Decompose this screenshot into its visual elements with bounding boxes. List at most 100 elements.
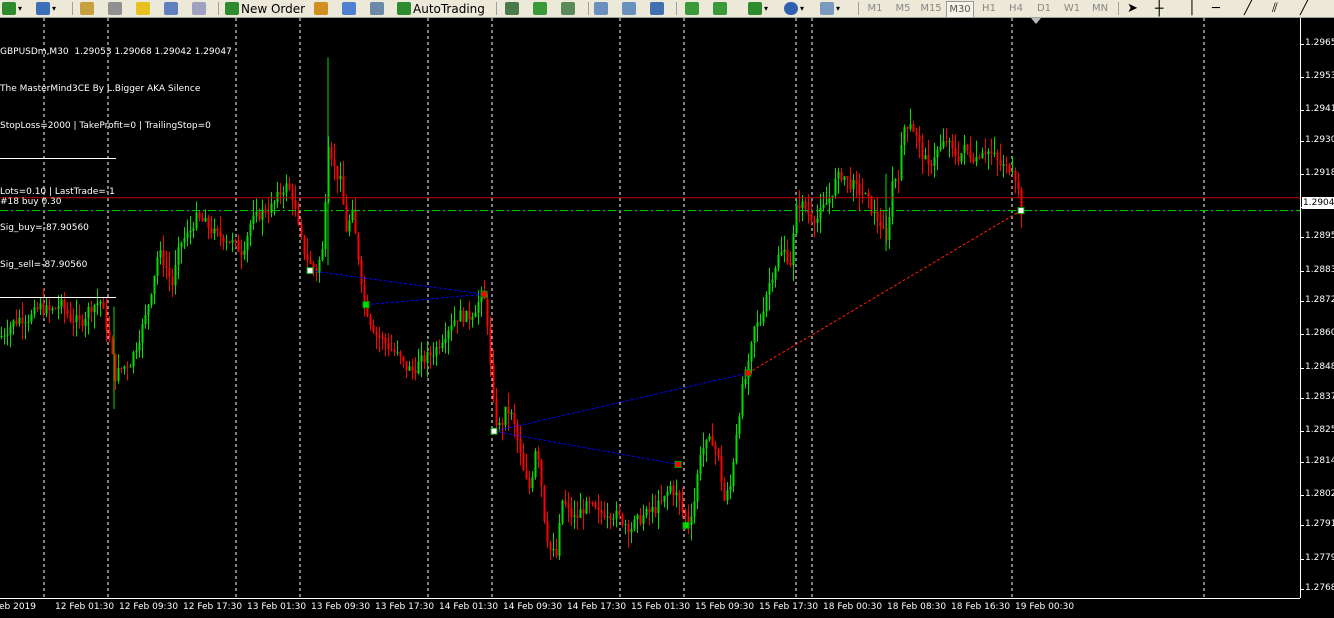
indicators-button[interactable]: ▾ bbox=[748, 0, 768, 17]
candle-body bbox=[651, 506, 654, 513]
signals-button[interactable] bbox=[342, 0, 358, 17]
candle-body bbox=[438, 347, 441, 349]
candle-body bbox=[417, 361, 420, 374]
terminal-button[interactable] bbox=[164, 0, 180, 17]
price-label: 1.2872 bbox=[1305, 295, 1334, 306]
new-chart-icon bbox=[2, 2, 16, 15]
price-label: 1.2941 bbox=[1305, 104, 1334, 115]
metaeditor-button[interactable] bbox=[314, 0, 330, 17]
candle-body bbox=[738, 416, 741, 435]
candle-body bbox=[696, 473, 699, 502]
candle-body bbox=[474, 313, 477, 317]
candle-body bbox=[867, 192, 870, 196]
candle-body bbox=[909, 124, 912, 129]
tile-windows-button[interactable] bbox=[650, 0, 666, 17]
trade-line bbox=[493, 430, 679, 465]
candle-body bbox=[639, 514, 642, 524]
profiles-button[interactable]: ▾ bbox=[36, 0, 56, 17]
timeframe-m1[interactable]: M1 bbox=[862, 1, 888, 16]
candle-body bbox=[930, 163, 933, 166]
candle-body bbox=[432, 355, 435, 357]
navigator-button[interactable] bbox=[136, 0, 152, 17]
candle-body bbox=[915, 131, 918, 136]
ea-lots-text: Lots=0.10 | LastTrade=-1 bbox=[0, 186, 115, 197]
profiles-icon bbox=[36, 2, 50, 15]
crosshair-button[interactable]: ┼ bbox=[1155, 0, 1163, 17]
timeframe-m30[interactable]: M30 bbox=[946, 1, 974, 17]
time-label: 13 Feb 17:30 bbox=[375, 602, 435, 612]
fibonacci-icon: ╱ bbox=[1300, 1, 1308, 16]
timeframe-m5[interactable]: M5 bbox=[890, 1, 916, 16]
horizontal-line-button[interactable]: ─ bbox=[1212, 0, 1220, 17]
price-label: 1.2860 bbox=[1305, 328, 1334, 339]
market-watch-button[interactable] bbox=[80, 0, 96, 17]
candle-body bbox=[852, 180, 855, 190]
timeframe-w1[interactable]: W1 bbox=[1059, 1, 1085, 16]
candle-body bbox=[840, 171, 843, 180]
candle-body bbox=[900, 145, 903, 180]
toolbar-separator bbox=[588, 2, 589, 15]
candle-body bbox=[510, 412, 513, 415]
strategy-tester-button[interactable] bbox=[192, 0, 208, 17]
timeframe-h1[interactable]: H1 bbox=[976, 1, 1002, 16]
candle-body bbox=[786, 249, 789, 263]
timeframe-d1[interactable]: D1 bbox=[1031, 1, 1057, 16]
price-tick bbox=[1301, 367, 1304, 369]
toolbar-separator bbox=[858, 2, 859, 15]
vps-button[interactable] bbox=[370, 0, 386, 17]
candle-body bbox=[396, 351, 399, 353]
zoom-in-button[interactable] bbox=[594, 0, 610, 17]
candle-body bbox=[288, 183, 291, 190]
zoom-out-button[interactable] bbox=[622, 0, 638, 17]
time-axis[interactable]: 11 Feb 2019 12 Feb 01:30 12 Feb 09:30 12 Fe… bbox=[0, 598, 1300, 618]
timeframe-m15[interactable]: M15 bbox=[918, 1, 944, 16]
candle-body bbox=[705, 439, 708, 449]
fibonacci-button[interactable]: ╱ bbox=[1300, 0, 1308, 17]
templates-button[interactable]: ▾ bbox=[820, 0, 840, 17]
candle-body bbox=[351, 209, 354, 221]
candle-body bbox=[648, 509, 651, 513]
candle-body bbox=[675, 492, 678, 496]
candle-body bbox=[477, 302, 480, 314]
candle-body bbox=[582, 509, 585, 514]
candle-body bbox=[543, 485, 546, 522]
line-chart-button[interactable] bbox=[561, 0, 577, 17]
candlestick-button[interactable] bbox=[533, 0, 549, 17]
cursor-button[interactable]: ➤ bbox=[1127, 0, 1138, 17]
chart-shift-button[interactable] bbox=[713, 0, 729, 17]
candle-body bbox=[306, 254, 309, 261]
order-label[interactable]: #18 buy 0.30 bbox=[0, 197, 62, 207]
periods-button[interactable]: ▾ bbox=[784, 0, 804, 17]
ea-sig-sell-text: Sig_sell=-87.90560 bbox=[0, 259, 88, 270]
candle-body bbox=[600, 509, 603, 514]
price-label: 1.2802 bbox=[1305, 488, 1334, 499]
trendline-button[interactable]: ╱ bbox=[1244, 0, 1252, 17]
time-label: 15 Feb 17:30 bbox=[759, 602, 819, 612]
new-order-button[interactable]: New Order bbox=[225, 0, 305, 17]
auto-trading-button[interactable]: AutoTrading bbox=[397, 0, 485, 17]
candle-body bbox=[678, 492, 681, 501]
candle-body bbox=[15, 320, 18, 324]
candle-body bbox=[951, 140, 954, 149]
candle-body bbox=[603, 513, 606, 518]
candle-body bbox=[144, 314, 147, 325]
candle-body bbox=[771, 279, 774, 283]
candle-body bbox=[837, 171, 840, 179]
ea-info-panel: GBPUSDm,M30 1.29053 1.29068 1.29042 1.29… bbox=[0, 22, 232, 313]
zoom-in-icon bbox=[594, 2, 608, 15]
timeframe-mn[interactable]: MN bbox=[1087, 1, 1113, 16]
bar-chart-button[interactable] bbox=[505, 0, 521, 17]
candle-body bbox=[849, 178, 852, 190]
timeframe-h4[interactable]: H4 bbox=[1003, 1, 1029, 16]
candle-body bbox=[567, 504, 570, 508]
candle-body bbox=[642, 515, 645, 524]
candle-body bbox=[633, 519, 636, 529]
autoscroll-button[interactable] bbox=[685, 0, 701, 17]
channel-button[interactable]: ⫽ bbox=[1272, 0, 1278, 17]
candle-body bbox=[828, 198, 831, 204]
vertical-line-button[interactable]: │ bbox=[1188, 0, 1196, 17]
candle-body bbox=[591, 502, 594, 504]
price-axis[interactable]: 1.29651.29531.29411.29301.29181.29061.28… bbox=[1300, 18, 1334, 598]
new-chart-button[interactable]: ▾ bbox=[2, 0, 22, 17]
data-window-button[interactable] bbox=[108, 0, 124, 17]
